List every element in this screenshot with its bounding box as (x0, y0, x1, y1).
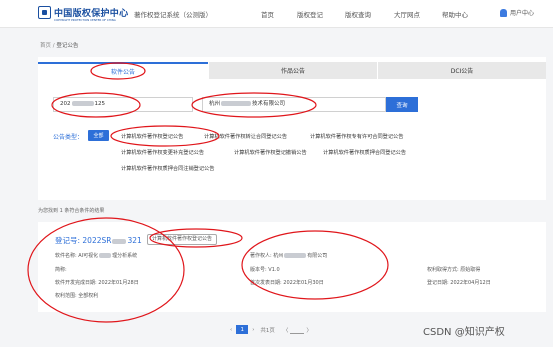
annotation-ellipse-left-fields (27, 217, 185, 323)
annotation-ellipse-tag (149, 228, 243, 248)
annotation-ellipse-owner-input (191, 92, 317, 118)
annotation-overlay (27, 62, 389, 323)
annotation-ellipse-filter (110, 125, 220, 147)
annotation-ellipse-mid-fields (241, 230, 389, 300)
annotation-ellipse-reg-input (51, 92, 141, 118)
annotation-ellipse-tab (90, 62, 146, 80)
